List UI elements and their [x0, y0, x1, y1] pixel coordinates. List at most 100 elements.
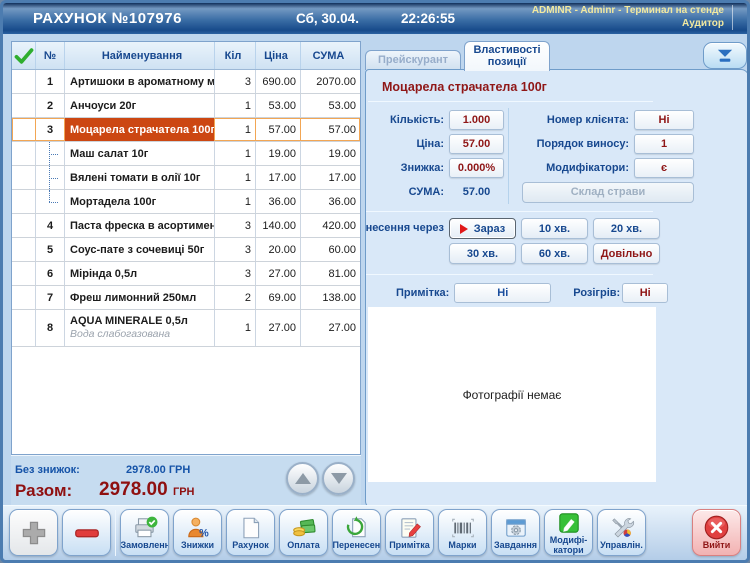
row-num: 3 — [36, 118, 65, 141]
table-row[interactable]: 1Артишоки в ароматному маринаді 13690.00… — [12, 70, 360, 94]
scroll-up-button[interactable] — [286, 462, 319, 495]
reheat-value-button[interactable]: Ні — [622, 283, 668, 303]
collapse-panel-button[interactable] — [703, 42, 747, 69]
remove-button[interactable] — [62, 509, 111, 556]
serve-option-button[interactable]: 20 хв. — [593, 218, 660, 239]
field-row: Модифікатори: є — [517, 156, 748, 180]
serve-option-button[interactable]: 10 хв. — [521, 218, 588, 239]
transfer-button[interactable]: Перенесення — [332, 509, 381, 556]
table-row[interactable]: Вялені томати в олії 10г117.0017.00 — [12, 166, 360, 190]
row-qty: 1 — [215, 94, 256, 117]
field-value-box[interactable]: 1.000 — [449, 110, 504, 130]
row-check-cell — [12, 286, 36, 309]
fields-right-column: Номер клієнта:НіПорядок виносу:1Модифіка… — [508, 108, 748, 204]
modifiers-button[interactable]: Модифі- катори — [544, 509, 593, 556]
row-price: 17.00 — [256, 166, 301, 189]
tree-connector-stub — [49, 178, 58, 179]
row-num: 7 — [36, 286, 65, 309]
payment-button[interactable]: Оплата — [279, 509, 328, 556]
field-label: Кількість: — [368, 114, 444, 126]
field-value-box[interactable]: Ні — [634, 110, 694, 130]
row-price: 27.00 — [256, 310, 301, 346]
dish-composition-button[interactable]: Склад страви — [522, 182, 694, 203]
serve-option-button[interactable]: Довільно — [593, 243, 660, 264]
bill-button[interactable]: Рахунок — [226, 509, 275, 556]
table-row[interactable]: 2Анчоуси 20г153.0053.00 — [12, 94, 360, 118]
reheat-label: Розігрів: — [573, 287, 620, 299]
table-row[interactable]: Маш салат 10г119.0019.00 — [12, 142, 360, 166]
row-name: Артишоки в ароматному маринаді 1 — [65, 70, 215, 93]
field-row: Знижка: 0.000% — [368, 156, 508, 180]
field-value-box[interactable]: 1 — [634, 134, 694, 154]
row-qty: 3 — [215, 70, 256, 93]
arrow-down-icon — [331, 473, 347, 484]
tree-connector-stub — [49, 202, 58, 203]
row-name-text: AQUA MINERALE 0,5л — [70, 315, 188, 328]
tab-pricelist[interactable]: Прейскурант — [365, 50, 461, 70]
toolbar-button-label: Перенесення — [333, 541, 381, 551]
invoice-title: РАХУНОК №107976 — [33, 10, 182, 27]
field-value-box[interactable]: 0.000% — [449, 158, 504, 178]
field-label: Модифікатори: — [517, 162, 629, 174]
table-row[interactable]: 4Паста фреска в асортименті3140.00420.00 — [12, 214, 360, 238]
field-row: СУМА:57.00 — [368, 180, 508, 204]
field-label: Знижка: — [368, 162, 444, 174]
table-row[interactable]: 6Мірінда 0,5л327.0081.00 — [12, 262, 360, 286]
field-row: Склад страви — [517, 180, 748, 204]
row-num: 8 — [36, 310, 65, 346]
row-sum: 19.00 — [301, 142, 360, 165]
currency-label: ГРН — [173, 486, 195, 498]
row-price: 69.00 — [256, 286, 301, 309]
note-value-button[interactable]: Ні — [454, 283, 551, 303]
field-label: СУМА: — [368, 186, 444, 198]
manage-button[interactable]: Управлін. — [597, 509, 646, 556]
printer-check-icon — [132, 515, 158, 541]
note-row: Примітка: Ні Розігрів: Ні — [366, 281, 748, 305]
exit-icon — [703, 515, 730, 541]
row-qty: 2 — [215, 286, 256, 309]
note-button[interactable]: Примітка — [385, 509, 434, 556]
serve-option-button[interactable]: Зараз — [449, 218, 516, 239]
row-check-cell — [12, 238, 36, 261]
tasks-button[interactable]: Завдання — [491, 509, 540, 556]
row-price: 140.00 — [256, 214, 301, 237]
table-row[interactable]: 7Фреш лимонний 250мл269.00138.00 — [12, 286, 360, 310]
table-row[interactable]: 8AQUA MINERALE 0,5лВода слабогазована127… — [12, 310, 360, 347]
serve-option-button[interactable]: 60 хв. — [521, 243, 588, 264]
marks-button[interactable]: Марки — [438, 509, 487, 556]
field-value-box[interactable]: є — [634, 158, 694, 178]
play-icon — [460, 224, 468, 234]
table-row[interactable]: Мортадела 100г136.0036.00 — [12, 190, 360, 214]
note-pencil-icon — [397, 515, 423, 541]
table-row[interactable]: 5Соус-пате з сочевиці 50г320.0060.00 — [12, 238, 360, 262]
orders-button[interactable]: Замовлення — [120, 509, 169, 556]
arrow-up-icon — [295, 473, 311, 484]
field-label: Ціна: — [368, 138, 444, 150]
row-name: Вялені томати в олії 10г — [65, 166, 215, 189]
row-sum: 420.00 — [301, 214, 360, 237]
row-num: 1 — [36, 70, 65, 93]
tree-connector-line — [49, 190, 50, 202]
serve-after-section: Внесення через: Зараз10 хв.20 хв.30 хв.6… — [366, 218, 748, 264]
exit-button[interactable]: Вийти — [692, 509, 741, 556]
table-row[interactable]: 3Моцарела страчатела 100г157.0057.00 — [12, 118, 360, 142]
discounts-button[interactable]: %Знижки — [173, 509, 222, 556]
toolbar-button-label: Рахунок — [232, 541, 268, 551]
row-qty: 3 — [215, 238, 256, 261]
plus-icon — [19, 518, 49, 548]
note-label: Примітка: — [396, 287, 449, 299]
add-button[interactable] — [9, 509, 58, 556]
row-check-cell — [12, 94, 36, 117]
scroll-down-button[interactable] — [322, 462, 355, 495]
tab-item-properties[interactable]: Властивості позиції — [464, 41, 550, 71]
toolbar-button-label: Оплата — [287, 541, 320, 551]
row-check-cell — [12, 310, 36, 346]
divider — [368, 101, 653, 102]
col-header-price: Ціна — [256, 42, 301, 69]
row-check-cell — [12, 214, 36, 237]
row-name: AQUA MINERALE 0,5лВода слабогазована — [65, 310, 215, 346]
item-properties-panel: Моцарела страчатела 100г Кількість:1.000… — [365, 69, 749, 509]
money-icon — [291, 515, 317, 541]
serve-option-button[interactable]: 30 хв. — [449, 243, 516, 264]
field-value-box[interactable]: 57.00 — [449, 134, 504, 154]
